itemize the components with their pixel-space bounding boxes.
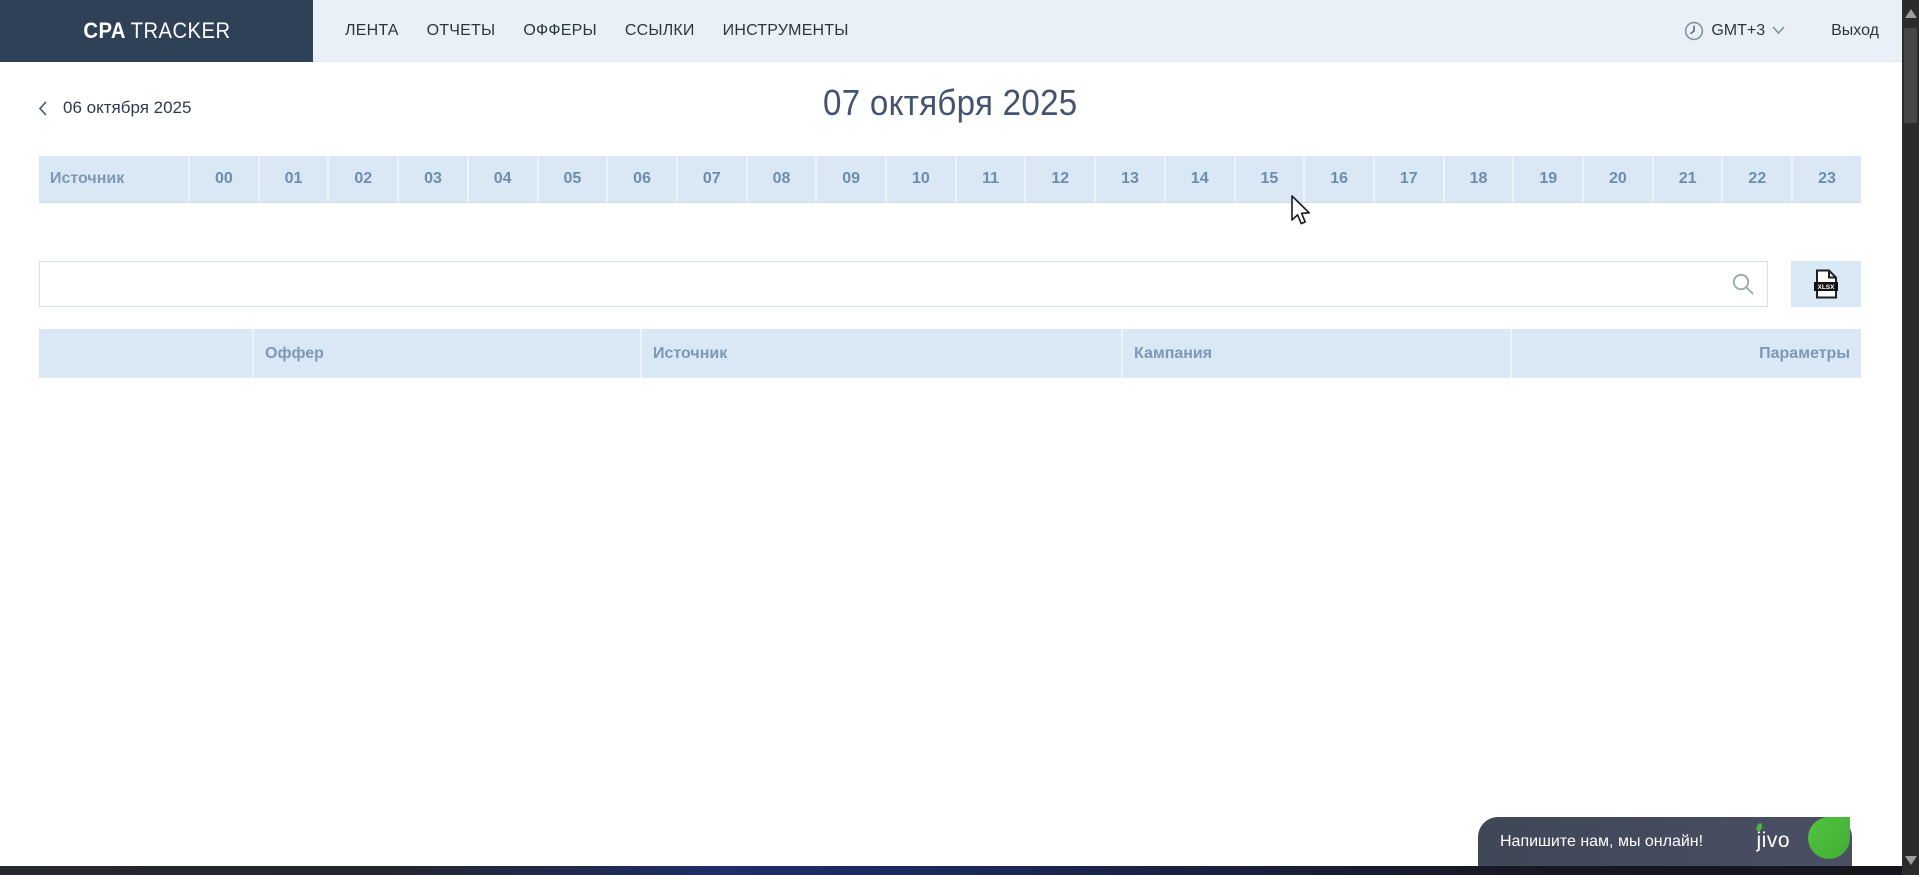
table-header-empty [39, 329, 252, 378]
hour-column-header[interactable]: 14 [1164, 156, 1234, 202]
table-header-parameters: Параметры [1510, 329, 1861, 378]
hour-column-header[interactable]: 15 [1234, 156, 1304, 202]
main-nav: ЛЕНТА ОТЧЕТЫ ОФФЕРЫ ССЫЛКИ ИНСТРУМЕНТЫ [345, 0, 849, 61]
page-title: 07 октября 2025 [823, 82, 1077, 124]
hour-column-header[interactable]: 05 [537, 156, 607, 202]
hour-column-header[interactable]: 06 [606, 156, 676, 202]
hour-column-header[interactable]: 08 [746, 156, 816, 202]
search-box [39, 261, 1768, 307]
hour-column-header[interactable]: 18 [1443, 156, 1513, 202]
export-xlsx-button[interactable]: XLSX [1791, 261, 1861, 307]
scrollbar-down-arrow[interactable] [1905, 856, 1917, 865]
hour-column-header[interactable]: 13 [1094, 156, 1164, 202]
hour-column-header[interactable]: 19 [1512, 156, 1582, 202]
chevron-down-icon [1772, 26, 1785, 35]
hour-column-header[interactable]: 02 [327, 156, 397, 202]
prev-day-link[interactable]: 06 октября 2025 [38, 98, 191, 118]
hour-column-header[interactable]: 11 [955, 156, 1025, 202]
app-logo[interactable]: CPATRACKER [0, 0, 313, 62]
svg-text:XLSX: XLSX [1818, 284, 1836, 291]
page-bottom-strip [0, 866, 1902, 875]
scrollbar-up-arrow[interactable] [1905, 9, 1917, 18]
hour-column-header[interactable]: 20 [1582, 156, 1652, 202]
hour-column-header[interactable]: 23 [1791, 156, 1861, 202]
chat-widget[interactable]: Напишите нам, мы онлайн! jivo [1478, 817, 1852, 866]
timezone-selector[interactable]: GMT+3 [1684, 21, 1785, 41]
results-table-header: Оффер Источник Кампания Параметры [39, 329, 1861, 378]
xlsx-file-icon: XLSX [1813, 269, 1839, 299]
hour-column-header[interactable]: 22 [1721, 156, 1791, 202]
hour-column-header[interactable]: 17 [1373, 156, 1443, 202]
hour-column-header[interactable]: 21 [1652, 156, 1722, 202]
nav-item[interactable]: ОТЧЕТЫ [427, 22, 496, 40]
nav-item[interactable]: ИНСТРУМЕНТЫ [723, 22, 849, 40]
hours-header-bar: Источник 00 01 02 03 04 05 06 07 08 09 1… [39, 156, 1861, 203]
scrollbar-thumb[interactable] [1904, 28, 1917, 123]
hour-column-header[interactable]: 04 [467, 156, 537, 202]
chat-message: Напишите нам, мы онлайн! [1478, 833, 1703, 851]
table-header-source: Источник [640, 329, 1121, 378]
search-input[interactable] [39, 261, 1768, 307]
timezone-label: GMT+3 [1711, 22, 1765, 40]
vertical-scrollbar[interactable] [1902, 0, 1919, 875]
chevron-left-icon [38, 101, 47, 116]
clock-icon [1684, 21, 1704, 41]
nav-item[interactable]: ССЫЛКИ [625, 22, 695, 40]
hour-column-header[interactable]: 10 [885, 156, 955, 202]
hour-column-header[interactable]: 03 [397, 156, 467, 202]
hour-column-header[interactable]: 01 [258, 156, 328, 202]
hour-column-header[interactable]: 00 [188, 156, 258, 202]
logout-link[interactable]: Выход [1831, 22, 1879, 40]
app-logo-text: CPATRACKER [83, 18, 230, 44]
table-header-offer: Оффер [252, 329, 640, 378]
nav-item[interactable]: ОФФЕРЫ [523, 22, 596, 40]
search-row: XLSX [39, 261, 1861, 307]
hours-source-header: Источник [39, 156, 188, 202]
chat-leaf-icon [1808, 817, 1850, 859]
topbar-right: GMT+3 Выход [1684, 0, 1879, 61]
hour-column-header[interactable]: 09 [815, 156, 885, 202]
page-title-wrap: 07 октября 2025 [39, 82, 1861, 124]
nav-item[interactable]: ЛЕНТА [345, 22, 399, 40]
jivo-logo: jivo [1756, 829, 1790, 853]
hour-column-header[interactable]: 16 [1303, 156, 1373, 202]
table-header-campaign: Кампания [1121, 329, 1510, 378]
hour-column-header[interactable]: 12 [1024, 156, 1094, 202]
prev-day-label: 06 октября 2025 [63, 98, 191, 118]
search-icon[interactable] [1730, 271, 1756, 297]
top-bar: CPATRACKER ЛЕНТА ОТЧЕТЫ ОФФЕРЫ ССЫЛКИ ИН… [0, 0, 1919, 62]
hour-column-header[interactable]: 07 [676, 156, 746, 202]
